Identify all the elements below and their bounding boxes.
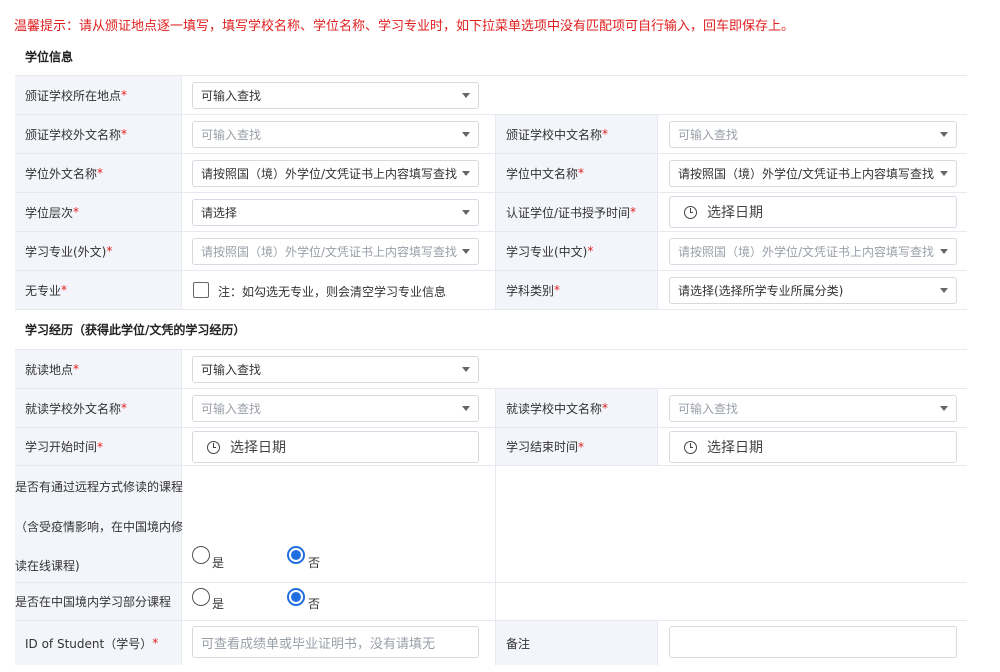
issuing-location-label: 颁证学校所在地点 * <box>15 76 182 114</box>
degree-level-label: 学位层次 * <box>15 193 182 231</box>
no-major-note: 注：如勾选无专业，则会清空学习专业信息 <box>218 285 447 299</box>
remote-course-yes-label: 是 <box>212 556 225 570</box>
school-foreign-name-label: 颁证学校外文名称 * <box>15 115 182 153</box>
subject-category-select[interactable]: 请选择(选择所学专业所属分类) <box>669 277 957 304</box>
row-study-school-names: 就读学校外文名称 * 可输入查找 就读学校中文名称 * 可输入查找 <box>15 389 967 428</box>
clock-icon <box>207 440 220 454</box>
issuing-location-select[interactable]: 可输入查找 <box>192 82 479 109</box>
student-id-input[interactable]: 可查看成绩单或毕业证明书，没有请填无 <box>192 626 479 658</box>
end-date-label: 学习结束时间 * <box>495 428 658 465</box>
partial-in-china-radio-yes[interactable] <box>192 588 210 606</box>
study-location-select[interactable]: 可输入查找 <box>192 356 479 383</box>
remote-course-radio-no[interactable] <box>287 546 305 564</box>
study-location-label: 就读地点 * <box>15 350 182 388</box>
remote-course-label-line-2: （含受疫情影响，在中国境内修 <box>15 519 184 534</box>
remote-course-no-label: 否 <box>308 556 321 570</box>
study-school-chinese-placeholder: 可输入查找 <box>678 402 739 416</box>
chevron-down-icon <box>462 93 470 98</box>
degree-level-value: 请选择 <box>201 206 238 220</box>
major-foreign-label: 学习专业(外文) * <box>15 232 182 270</box>
major-foreign-select[interactable]: 请按照国（境）外学位/文凭证书上内容填写查找 <box>192 238 479 265</box>
subject-category-label: 学科类别 * <box>495 271 658 309</box>
study-school-foreign-select[interactable]: 可输入查找 <box>192 395 479 422</box>
major-chinese-select[interactable]: 请按照国（境）外学位/文凭证书上内容填写查找 <box>669 238 957 265</box>
remote-course-label-line-3: 读在线课程) <box>15 559 80 573</box>
clock-icon <box>684 440 697 454</box>
row-remote-course: 是否有通过远程方式修读的课程 （含受疫情影响，在中国境内修 读在线课程) 是 否 <box>15 466 967 583</box>
chevron-down-icon <box>462 367 470 372</box>
row-no-major: 无专业 * 注：如勾选无专业，则会清空学习专业信息 学科类别 * 请选择(选择所学… <box>15 271 967 310</box>
major-foreign-placeholder: 请按照国（境）外学位/文凭证书上内容填写查找 <box>201 245 458 259</box>
row-study-dates: 学习开始时间 * 选择日期 学习结束时间 * 选择日期 <box>15 428 967 466</box>
section-degree-info: 学位信息 <box>15 37 967 76</box>
degree-chinese-name-select[interactable]: 请按照国（境）外学位/文凭证书上内容填写查找 <box>669 160 957 187</box>
study-school-foreign-placeholder: 可输入查找 <box>201 402 262 416</box>
chevron-down-icon <box>940 132 948 137</box>
column-divider <box>495 583 496 620</box>
school-chinese-name-label: 颁证学校中文名称 * <box>495 115 658 153</box>
study-school-chinese-label: 就读学校中文名称 * <box>495 389 658 427</box>
end-date-value: 选择日期 <box>707 440 763 456</box>
remote-course-label: 是否有通过远程方式修读的课程 （含受疫情影响，在中国境内修 读在线课程) <box>15 466 184 582</box>
row-study-location: 就读地点 * 可输入查找 <box>15 350 967 389</box>
row-degree-names: 学位外文名称 * 请按照国（境）外学位/文凭证书上内容填写查找 学位中文名称 * … <box>15 154 967 193</box>
partial-in-china-radio-no[interactable] <box>287 588 305 606</box>
award-date-label: 认证学位/证书授予时间 * <box>495 193 658 231</box>
chevron-down-icon <box>940 249 948 254</box>
study-location-value: 可输入查找 <box>201 363 262 377</box>
chevron-down-icon <box>462 406 470 411</box>
row-partial-in-china: 是否在中国境内学习部分课程 是 否 <box>15 583 967 621</box>
start-date-picker[interactable]: 选择日期 <box>192 431 479 463</box>
degree-foreign-name-select[interactable]: 请按照国（境）外学位/文凭证书上内容填写查找 <box>192 160 479 187</box>
school-foreign-name-placeholder: 可输入查找 <box>201 128 262 142</box>
degree-foreign-name-value: 请按照国（境）外学位/文凭证书上内容填写查找 <box>201 167 458 181</box>
issuing-location-value: 可输入查找 <box>201 89 262 103</box>
notice-text: 温馨提示：请从颁证地点逐一填写，填写学校名称、学位名称、学习专业时，如下拉菜单选… <box>14 19 795 34</box>
no-major-label: 无专业 * <box>15 271 182 309</box>
major-chinese-label: 学习专业(中文) * <box>495 232 658 270</box>
row-degree-level: 学位层次 * 请选择 认证学位/证书授予时间 * 选择日期 <box>15 193 967 232</box>
award-date-picker[interactable]: 选择日期 <box>669 196 957 228</box>
partial-in-china-label: 是否在中国境内学习部分课程 <box>15 583 182 620</box>
chevron-down-icon <box>940 406 948 411</box>
start-date-value: 选择日期 <box>230 440 286 456</box>
remote-course-radio-yes[interactable] <box>192 546 210 564</box>
award-date-value: 选择日期 <box>707 205 763 221</box>
study-school-foreign-label: 就读学校外文名称 * <box>15 389 182 427</box>
column-divider <box>495 466 496 582</box>
chevron-down-icon <box>462 249 470 254</box>
partial-in-china-yes-label: 是 <box>212 597 225 611</box>
clock-icon <box>684 205 697 219</box>
study-school-chinese-select[interactable]: 可输入查找 <box>669 395 957 422</box>
row-student-id: ID of Student（学号） * 可查看成绩单或毕业证明书，没有请填无 备… <box>15 621 967 665</box>
remarks-label: 备注 <box>495 621 658 665</box>
school-chinese-name-placeholder: 可输入查找 <box>678 128 739 142</box>
degree-level-select[interactable]: 请选择 <box>192 199 479 226</box>
chevron-down-icon <box>940 171 948 176</box>
section-study-history: 学习经历（获得此学位/文凭的学习经历） <box>15 310 967 350</box>
subject-category-value: 请选择(选择所学专业所属分类) <box>678 284 844 298</box>
partial-in-china-no-label: 否 <box>308 597 321 611</box>
row-school-names: 颁证学校外文名称 * 可输入查找 颁证学校中文名称 * 可输入查找 <box>15 115 967 154</box>
chevron-down-icon <box>462 210 470 215</box>
school-chinese-name-select[interactable]: 可输入查找 <box>669 121 957 148</box>
remarks-input[interactable] <box>669 626 957 658</box>
degree-foreign-name-label: 学位外文名称 * <box>15 154 182 192</box>
major-chinese-placeholder: 请按照国（境）外学位/文凭证书上内容填写查找 <box>678 245 935 259</box>
degree-chinese-name-label: 学位中文名称 * <box>495 154 658 192</box>
start-date-label: 学习开始时间 * <box>15 428 182 465</box>
row-majors: 学习专业(外文) * 请按照国（境）外学位/文凭证书上内容填写查找 学习专业(中文… <box>15 232 967 271</box>
chevron-down-icon <box>462 132 470 137</box>
no-major-checkbox[interactable] <box>193 282 209 298</box>
remote-course-label-line-1: 是否有通过远程方式修读的课程 <box>15 480 184 494</box>
degree-chinese-name-value: 请按照国（境）外学位/文凭证书上内容填写查找 <box>678 167 935 181</box>
chevron-down-icon <box>462 171 470 176</box>
chevron-down-icon <box>940 288 948 293</box>
student-id-label: ID of Student（学号） * <box>15 621 182 665</box>
row-issuing-location: 颁证学校所在地点 * 可输入查找 <box>15 76 967 115</box>
school-foreign-name-select[interactable]: 可输入查找 <box>192 121 479 148</box>
end-date-picker[interactable]: 选择日期 <box>669 431 957 463</box>
